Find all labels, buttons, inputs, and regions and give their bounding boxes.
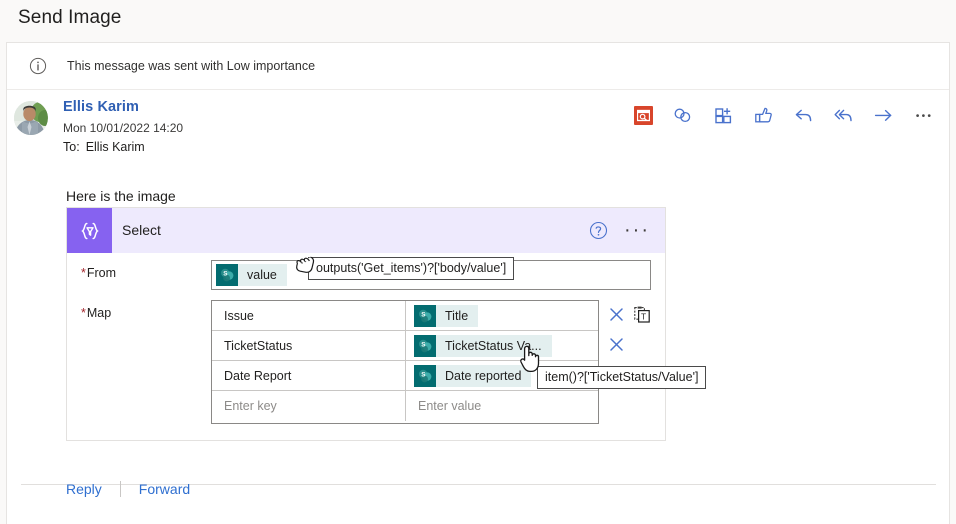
flag-red-icon[interactable]: [632, 104, 654, 126]
remove-row-icon[interactable]: [609, 307, 624, 322]
recipient-name[interactable]: Ellis Karim: [86, 140, 145, 154]
map-value-token-label: Title: [445, 308, 469, 323]
help-circle-icon[interactable]: [589, 221, 608, 240]
sharepoint-icon: S: [414, 334, 436, 357]
remove-row-icon[interactable]: [609, 337, 624, 352]
sent-timestamp: Mon 10/01/2022 14:20: [63, 121, 184, 135]
map-field-label: *Map: [81, 306, 111, 320]
map-expression-tooltip: item()?['TicketStatus/Value']: [537, 366, 707, 389]
svg-text:S: S: [421, 371, 426, 378]
recipient-label: To:: [63, 140, 80, 154]
info-circle-icon: [29, 57, 47, 75]
map-value-token-label: TicketStatus Va...: [445, 338, 542, 353]
flow-card-title: Select: [122, 222, 161, 238]
forward-link[interactable]: Forward: [139, 481, 190, 497]
svg-text:S: S: [223, 271, 228, 278]
page-title: Send Image: [18, 7, 122, 28]
svg-text:S: S: [421, 311, 426, 318]
map-value-token[interactable]: S Date reported: [414, 364, 532, 387]
avatar: [14, 101, 48, 135]
from-field-label: *From: [81, 266, 116, 280]
window-titlebar: Send Image: [0, 0, 956, 42]
table-row-new[interactable]: Enter key Enter value: [212, 391, 598, 421]
map-value-token-label: Date reported: [445, 368, 522, 383]
map-value-token[interactable]: S Title: [414, 304, 479, 327]
svg-text:T: T: [641, 311, 646, 321]
map-value-token[interactable]: S TicketStatus Va...: [414, 334, 552, 357]
body-intro-text: Here is the image: [66, 188, 176, 204]
map-key-cell[interactable]: Date Report: [212, 361, 406, 390]
from-token-label: value: [247, 268, 277, 282]
select-braces-icon: [67, 208, 112, 253]
importance-banner: This message was sent with Low importanc…: [7, 43, 949, 90]
more-actions-icon[interactable]: [912, 104, 934, 126]
add-to-board-icon[interactable]: [712, 104, 734, 126]
row-actions-0: T: [609, 306, 650, 323]
sharepoint-icon: S: [414, 304, 436, 327]
sender-name[interactable]: Ellis Karim: [63, 99, 139, 115]
flag-red-badge: [633, 105, 653, 125]
message-footer: Reply Forward: [66, 481, 190, 497]
flow-action-card: Select ··· *From S value *Map Issue S Ti…: [66, 207, 666, 441]
paste-text-icon[interactable]: T: [634, 306, 650, 323]
map-table: Issue S Title TicketStatus S TicketStatu…: [211, 300, 599, 424]
table-row[interactable]: Issue S Title: [212, 301, 598, 331]
flow-card-header[interactable]: Select ···: [67, 208, 665, 253]
from-expression-tooltip: outputs('Get_items')?['body/value']: [308, 257, 515, 280]
forward-arrow-icon[interactable]: [872, 104, 894, 126]
from-token[interactable]: S value: [216, 264, 287, 286]
map-required-mark: *: [81, 306, 86, 320]
sharepoint-icon: S: [216, 264, 238, 286]
map-key-cell[interactable]: Issue: [212, 301, 406, 330]
new-key-input[interactable]: Enter key: [212, 391, 406, 421]
message-toolbar: [632, 101, 934, 129]
thumbs-up-icon[interactable]: [752, 104, 774, 126]
map-value-cell[interactable]: S TicketStatus Va...: [406, 331, 598, 360]
reply-all-icon[interactable]: [832, 104, 854, 126]
new-value-input[interactable]: Enter value: [406, 391, 598, 421]
svg-text:S: S: [421, 341, 426, 348]
from-label-text: From: [86, 266, 117, 280]
map-value-cell[interactable]: S Title: [406, 301, 598, 330]
recipient-line: To: Ellis Karim: [63, 140, 145, 154]
reply-link[interactable]: Reply: [66, 481, 102, 497]
table-row[interactable]: TicketStatus S TicketStatus Va...: [212, 331, 598, 361]
app-root: Send Image This message was sent with Lo…: [0, 0, 956, 524]
ellipsis-icon[interactable]: ···: [624, 217, 650, 243]
importance-text: This message was sent with Low importanc…: [67, 59, 316, 73]
sharepoint-icon: S: [414, 364, 436, 387]
tag-icon[interactable]: [672, 104, 694, 126]
from-required-mark: *: [81, 266, 86, 280]
map-key-cell[interactable]: TicketStatus: [212, 331, 406, 360]
footer-separator: [119, 481, 121, 497]
map-label-text: Map: [86, 306, 112, 320]
row-actions-1: [609, 337, 624, 352]
reply-icon[interactable]: [792, 104, 814, 126]
